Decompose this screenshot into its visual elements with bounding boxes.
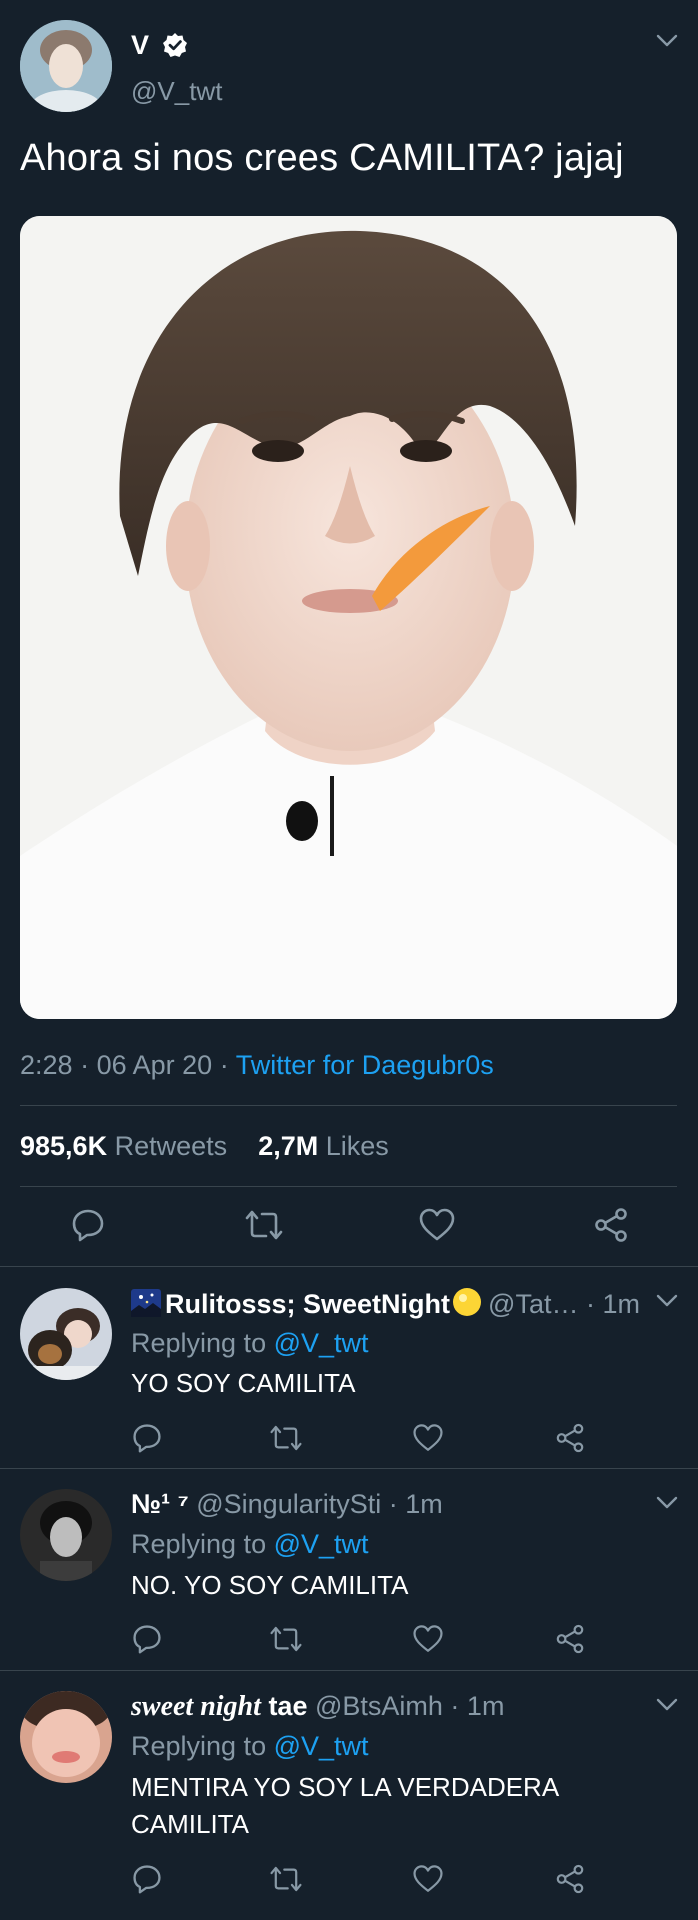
avatar[interactable] (20, 1288, 112, 1380)
chevron-down-icon[interactable] (656, 1496, 678, 1510)
tweet-metadata: 2:28 · 06 Apr 20 · Twitter for Daegubr0s (20, 1050, 494, 1080)
tweet-text: Ahora si nos crees CAMILITA? jajaj (20, 137, 624, 179)
reply-actions (131, 1422, 611, 1456)
verified-badge-icon (162, 32, 188, 58)
reply-bubble-icon[interactable] (131, 1623, 163, 1655)
author-handle[interactable]: @V_twt (131, 76, 222, 107)
reply-header: sweet night tae @BtsAimh · 1m (131, 1691, 505, 1722)
tweet-photo[interactable] (20, 216, 677, 1019)
avatar[interactable] (20, 20, 112, 112)
share-icon[interactable] (554, 1623, 586, 1655)
reply-text: NO. YO SOY CAMILITA (131, 1570, 409, 1600)
reply-actions (131, 1623, 611, 1657)
reply-time: 1m (466, 1691, 505, 1721)
reply-display-name[interactable]: Rulitosss; SweetNight (165, 1289, 450, 1319)
tweet-time: 2:28 (20, 1050, 73, 1080)
reply-display-name[interactable]: №¹ ⁷ (131, 1489, 189, 1519)
tweet-source-link[interactable]: Twitter for Daegubr0s (236, 1050, 494, 1080)
reply-time: 1m (405, 1489, 443, 1519)
retweet-icon[interactable] (269, 1623, 303, 1655)
replying-to: Replying to @V_twt (131, 1328, 369, 1358)
chevron-down-icon[interactable] (656, 34, 678, 48)
divider (20, 1186, 677, 1187)
reply-header: №¹ ⁷ @SingularitySti · 1m (131, 1489, 443, 1519)
reply-handle[interactable]: @BtsAimh (315, 1691, 443, 1721)
reply-handle[interactable]: @Tat… (488, 1289, 578, 1319)
divider (20, 1105, 677, 1106)
replying-to: Replying to @V_twt (131, 1731, 369, 1761)
divider (0, 1266, 698, 1267)
heart-icon[interactable] (412, 1623, 444, 1655)
share-icon[interactable] (592, 1207, 630, 1243)
chevron-down-icon[interactable] (656, 1294, 678, 1308)
likes-label[interactable]: Likes (326, 1131, 389, 1161)
reply-text: YO SOY CAMILITA (131, 1368, 356, 1398)
retweet-icon[interactable] (269, 1422, 303, 1454)
reply-bubble-icon[interactable] (70, 1207, 106, 1243)
reply-display-name-italic[interactable]: sweet night (131, 1691, 261, 1722)
divider (0, 1468, 698, 1469)
tweet-actions (0, 1207, 698, 1247)
retweet-icon[interactable] (269, 1863, 303, 1895)
share-icon[interactable] (554, 1422, 586, 1454)
retweet-icon[interactable] (244, 1207, 284, 1243)
replying-to-handle[interactable]: @V_twt (274, 1529, 369, 1559)
retweets-count[interactable]: 985,6K (20, 1131, 107, 1161)
likes-count[interactable]: 2,7M (258, 1131, 318, 1161)
divider (0, 1670, 698, 1671)
reply-actions (131, 1863, 611, 1897)
tweet-stats: 985,6K Retweets 2,7M Likes (20, 1131, 389, 1162)
replying-to-handle[interactable]: @V_twt (274, 1731, 369, 1761)
avatar[interactable] (20, 1691, 112, 1783)
share-icon[interactable] (554, 1863, 586, 1895)
author-name[interactable]: V (131, 30, 149, 61)
heart-icon[interactable] (412, 1863, 444, 1895)
replying-to: Replying to @V_twt (131, 1529, 369, 1559)
reply-text: MENTIRA YO SOY LA VERDADERA CAMILITA (131, 1772, 558, 1839)
night-sky-emoji-icon (131, 1289, 161, 1317)
reply-display-name[interactable]: tae (268, 1691, 307, 1721)
avatar[interactable] (20, 1489, 112, 1581)
retweets-label[interactable]: Retweets (115, 1131, 228, 1161)
replying-to-handle[interactable]: @V_twt (274, 1328, 369, 1358)
yellow-circle-emoji-icon (452, 1287, 482, 1317)
heart-icon[interactable] (412, 1422, 444, 1454)
reply-bubble-icon[interactable] (131, 1422, 163, 1454)
reply-handle[interactable]: @SingularitySti (196, 1489, 381, 1519)
heart-icon[interactable] (418, 1207, 456, 1243)
reply-bubble-icon[interactable] (131, 1863, 163, 1895)
tweet-date: 06 Apr 20 (96, 1050, 213, 1080)
reply-time: 1m (602, 1289, 640, 1319)
reply-header: Rulitosss; SweetNight @Tat… · 1m (131, 1287, 640, 1320)
chevron-down-icon[interactable] (656, 1698, 678, 1712)
